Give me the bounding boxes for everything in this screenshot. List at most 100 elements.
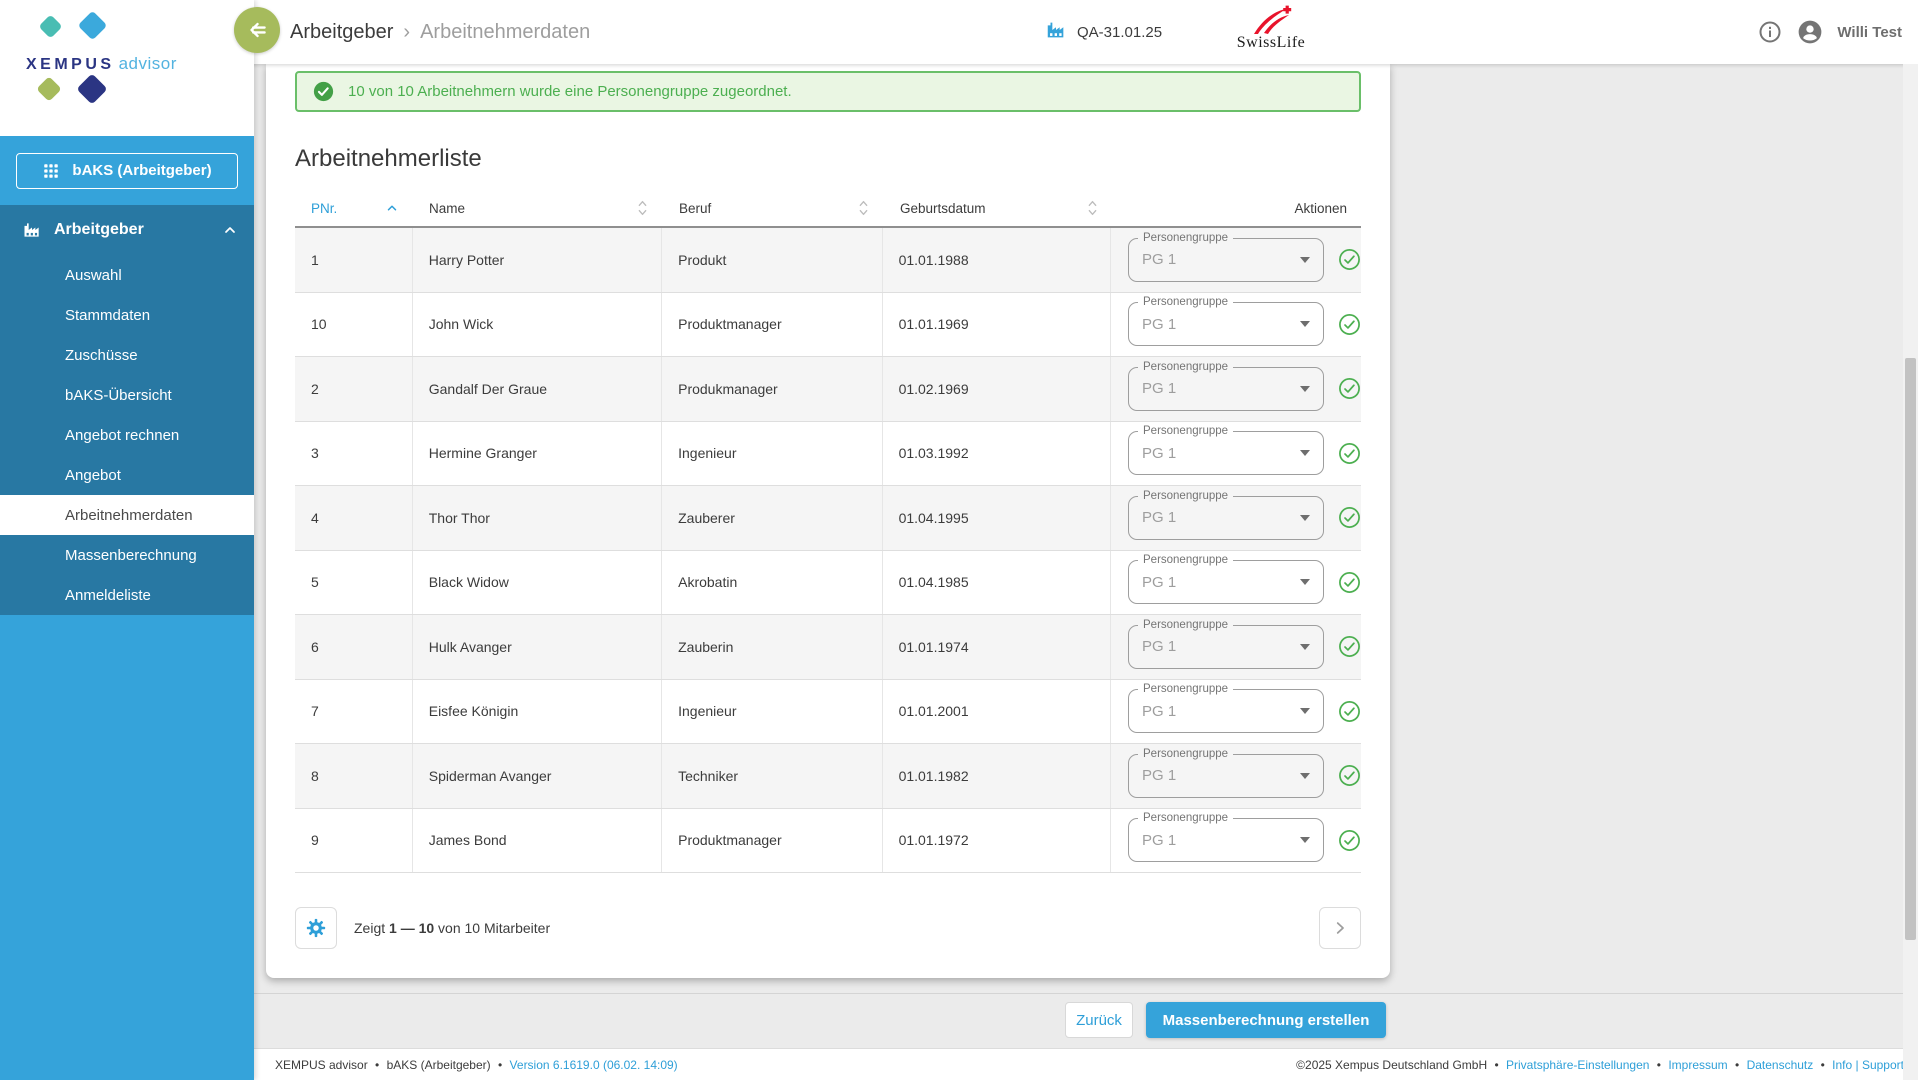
pagination-info: Zeigt 1 — 10 von 10 Mitarbeiter [354,920,551,936]
personengruppe-select[interactable]: Personengruppe PG 1 [1128,617,1324,669]
table-row: 6 Hulk Avanger Zauberin 01.01.1974 Perso… [295,615,1361,680]
assigned-check-icon [1338,313,1361,336]
cell-pnr: 1 [295,228,413,292]
version-link[interactable]: Version 6.1619.0 (06.02. 14:09) [510,1058,678,1072]
personengruppe-select[interactable]: Personengruppe PG 1 [1128,424,1324,476]
assigned-check-icon [1338,829,1361,852]
logo-diamond-navy-icon [76,73,108,105]
cell-aktionen: Personengruppe PG 1 [1111,293,1361,357]
sidebar-filler [0,615,254,1080]
employer-tag[interactable]: QA-31.01.25 [1045,0,1162,64]
column-header-name[interactable]: Name [413,190,663,226]
scrollbar-track [1903,64,1918,1080]
personengruppe-select[interactable]: Personengruppe PG 1 [1128,295,1324,347]
sidebar-collapse-button[interactable] [234,7,280,53]
footer-workspace: bAKS (Arbeitgeber) [386,1057,491,1072]
column-header-pnr[interactable]: PNr. [295,190,413,226]
table-header: PNr. Name Beruf Geburtsdatum Aktionen [295,190,1361,228]
cell-name: John Wick [413,292,663,356]
footer-app-name: XEMPUS advisor [275,1057,368,1072]
logo-diamond-teal-icon [38,14,63,39]
personengruppe-select[interactable]: Personengruppe PG 1 [1128,811,1324,863]
personengruppe-select-value: PG 1 [1142,315,1177,333]
table-settings-button[interactable] [295,907,337,949]
next-page-button[interactable] [1319,907,1361,949]
personengruppe-select[interactable]: Personengruppe PG 1 [1128,682,1324,734]
sidebar-item-stammdaten[interactable]: Stammdaten [0,295,254,335]
cell-beruf: Ingenieur [662,679,883,743]
sort-asc-icon [385,201,399,215]
massenberechnung-erstellen-button[interactable]: Massenberechnung erstellen [1146,1002,1386,1038]
column-header-aktionen: Aktionen [1294,200,1347,216]
sidebar-section-arbeitgeber[interactable]: Arbeitgeber [0,205,254,255]
logo-diamond-olive-icon [36,76,62,102]
table-row: 10 John Wick Produktmanager 01.01.1969 P… [295,292,1361,357]
cell-beruf: Zauberer [662,486,883,550]
cell-name: Harry Potter [413,228,663,292]
cell-beruf: Produkmanager [662,357,883,421]
sidebar-item-massenberechnung[interactable]: Massenberechnung [0,535,254,575]
cell-pnr: 10 [295,292,413,356]
assigned-check-icon [1338,571,1361,594]
scrollbar-thumb[interactable] [1905,358,1916,940]
sort-both-icon [636,199,649,217]
success-banner: 10 von 10 Arbeitnehmern wurde eine Perso… [295,71,1361,112]
sidebar: XEMPUS advisor bAKS (Arbeitgeber) Arbeit… [0,0,254,1080]
sidebar-item-zusch-sse[interactable]: Zuschüsse [0,335,254,375]
cell-aktionen: Personengruppe PG 1 [1111,228,1361,292]
info-support-link[interactable]: Info | Support [1832,1058,1904,1072]
cell-pnr: 4 [295,486,413,550]
cell-name: Hulk Avanger [413,615,663,679]
personengruppe-select-value: PG 1 [1142,251,1177,269]
impressum-link[interactable]: Impressum [1668,1058,1727,1072]
sidebar-menu: Arbeitgeber Auswahl Stammdaten Zuschüsse… [0,205,254,615]
sidebar-item-angebot[interactable]: Angebot [0,455,254,495]
sidebar-item-anmeldeliste[interactable]: Anmeldeliste [0,575,254,615]
pagination-range: 1 — 10 [389,920,435,936]
breadcrumb-current: Arbeitnehmerdaten [420,20,591,43]
sidebar-item-arbeitnehmerdaten[interactable]: Arbeitnehmerdaten [0,495,254,535]
personengruppe-select[interactable]: Personengruppe PG 1 [1128,553,1324,605]
apps-grid-icon [42,162,60,180]
breadcrumb: Arbeitgeber › Arbeitnehmerdaten [290,0,590,64]
breadcrumb-root[interactable]: Arbeitgeber [290,21,393,44]
user-name[interactable]: Willi Test [1837,24,1902,41]
brand-logo: XEMPUS advisor [0,0,254,136]
cell-name: Gandalf Der Graue [413,357,663,421]
table-row: 5 Black Widow Akrobatin 01.04.1985 Perso… [295,550,1361,615]
cell-aktionen: Personengruppe PG 1 [1111,809,1361,873]
personengruppe-select[interactable]: Personengruppe PG 1 [1128,359,1324,411]
personengruppe-select[interactable]: Personengruppe PG 1 [1128,746,1324,798]
sidebar-item-baks-bersicht[interactable]: bAKS-Übersicht [0,375,254,415]
personengruppe-select[interactable]: Personengruppe PG 1 [1128,488,1324,540]
column-header-geburtsdatum[interactable]: Geburtsdatum [884,190,1113,226]
back-button[interactable]: Zurück [1065,1002,1133,1038]
cell-aktionen: Personengruppe PG 1 [1111,486,1361,550]
datenschutz-link[interactable]: Datenschutz [1747,1058,1814,1072]
workspace-button-label: bAKS (Arbeitgeber) [72,162,212,179]
dropdown-arrow-icon [1300,837,1310,844]
table-row: 9 James Bond Produktmanager 01.01.1972 P… [295,808,1361,873]
dropdown-arrow-icon [1300,514,1310,521]
brand-wordmark: XEMPUS [26,56,115,73]
table-row: 1 Harry Potter Produkt 01.01.1988 Person… [295,228,1361,293]
workspace-button[interactable]: bAKS (Arbeitgeber) [16,152,238,189]
cell-geburtsdatum: 01.04.1985 [883,550,1111,614]
personengruppe-select-value: PG 1 [1142,509,1177,527]
assigned-check-icon [1338,764,1361,787]
sidebar-section-label: Arbeitgeber [54,221,144,238]
cell-pnr: 3 [295,421,413,485]
info-icon[interactable] [1757,19,1783,45]
privacy-settings-link[interactable]: Privatsphäre-Einstellungen [1506,1058,1649,1072]
personengruppe-select[interactable]: Personengruppe PG 1 [1128,230,1324,282]
account-icon[interactable] [1797,19,1823,45]
cell-beruf: Zauberin [662,615,883,679]
dropdown-arrow-icon [1300,772,1310,779]
sidebar-item-auswahl[interactable]: Auswahl [0,255,254,295]
column-header-beruf[interactable]: Beruf [663,190,884,226]
cell-name: Eisfee Königin [413,679,663,743]
sidebar-item-angebot-rechnen[interactable]: Angebot rechnen [0,415,254,455]
cell-pnr: 7 [295,679,413,743]
breadcrumb-separator-icon: › [403,20,411,43]
page-footer: XEMPUS advisor • bAKS (Arbeitgeber) • Ve… [254,1048,1918,1080]
